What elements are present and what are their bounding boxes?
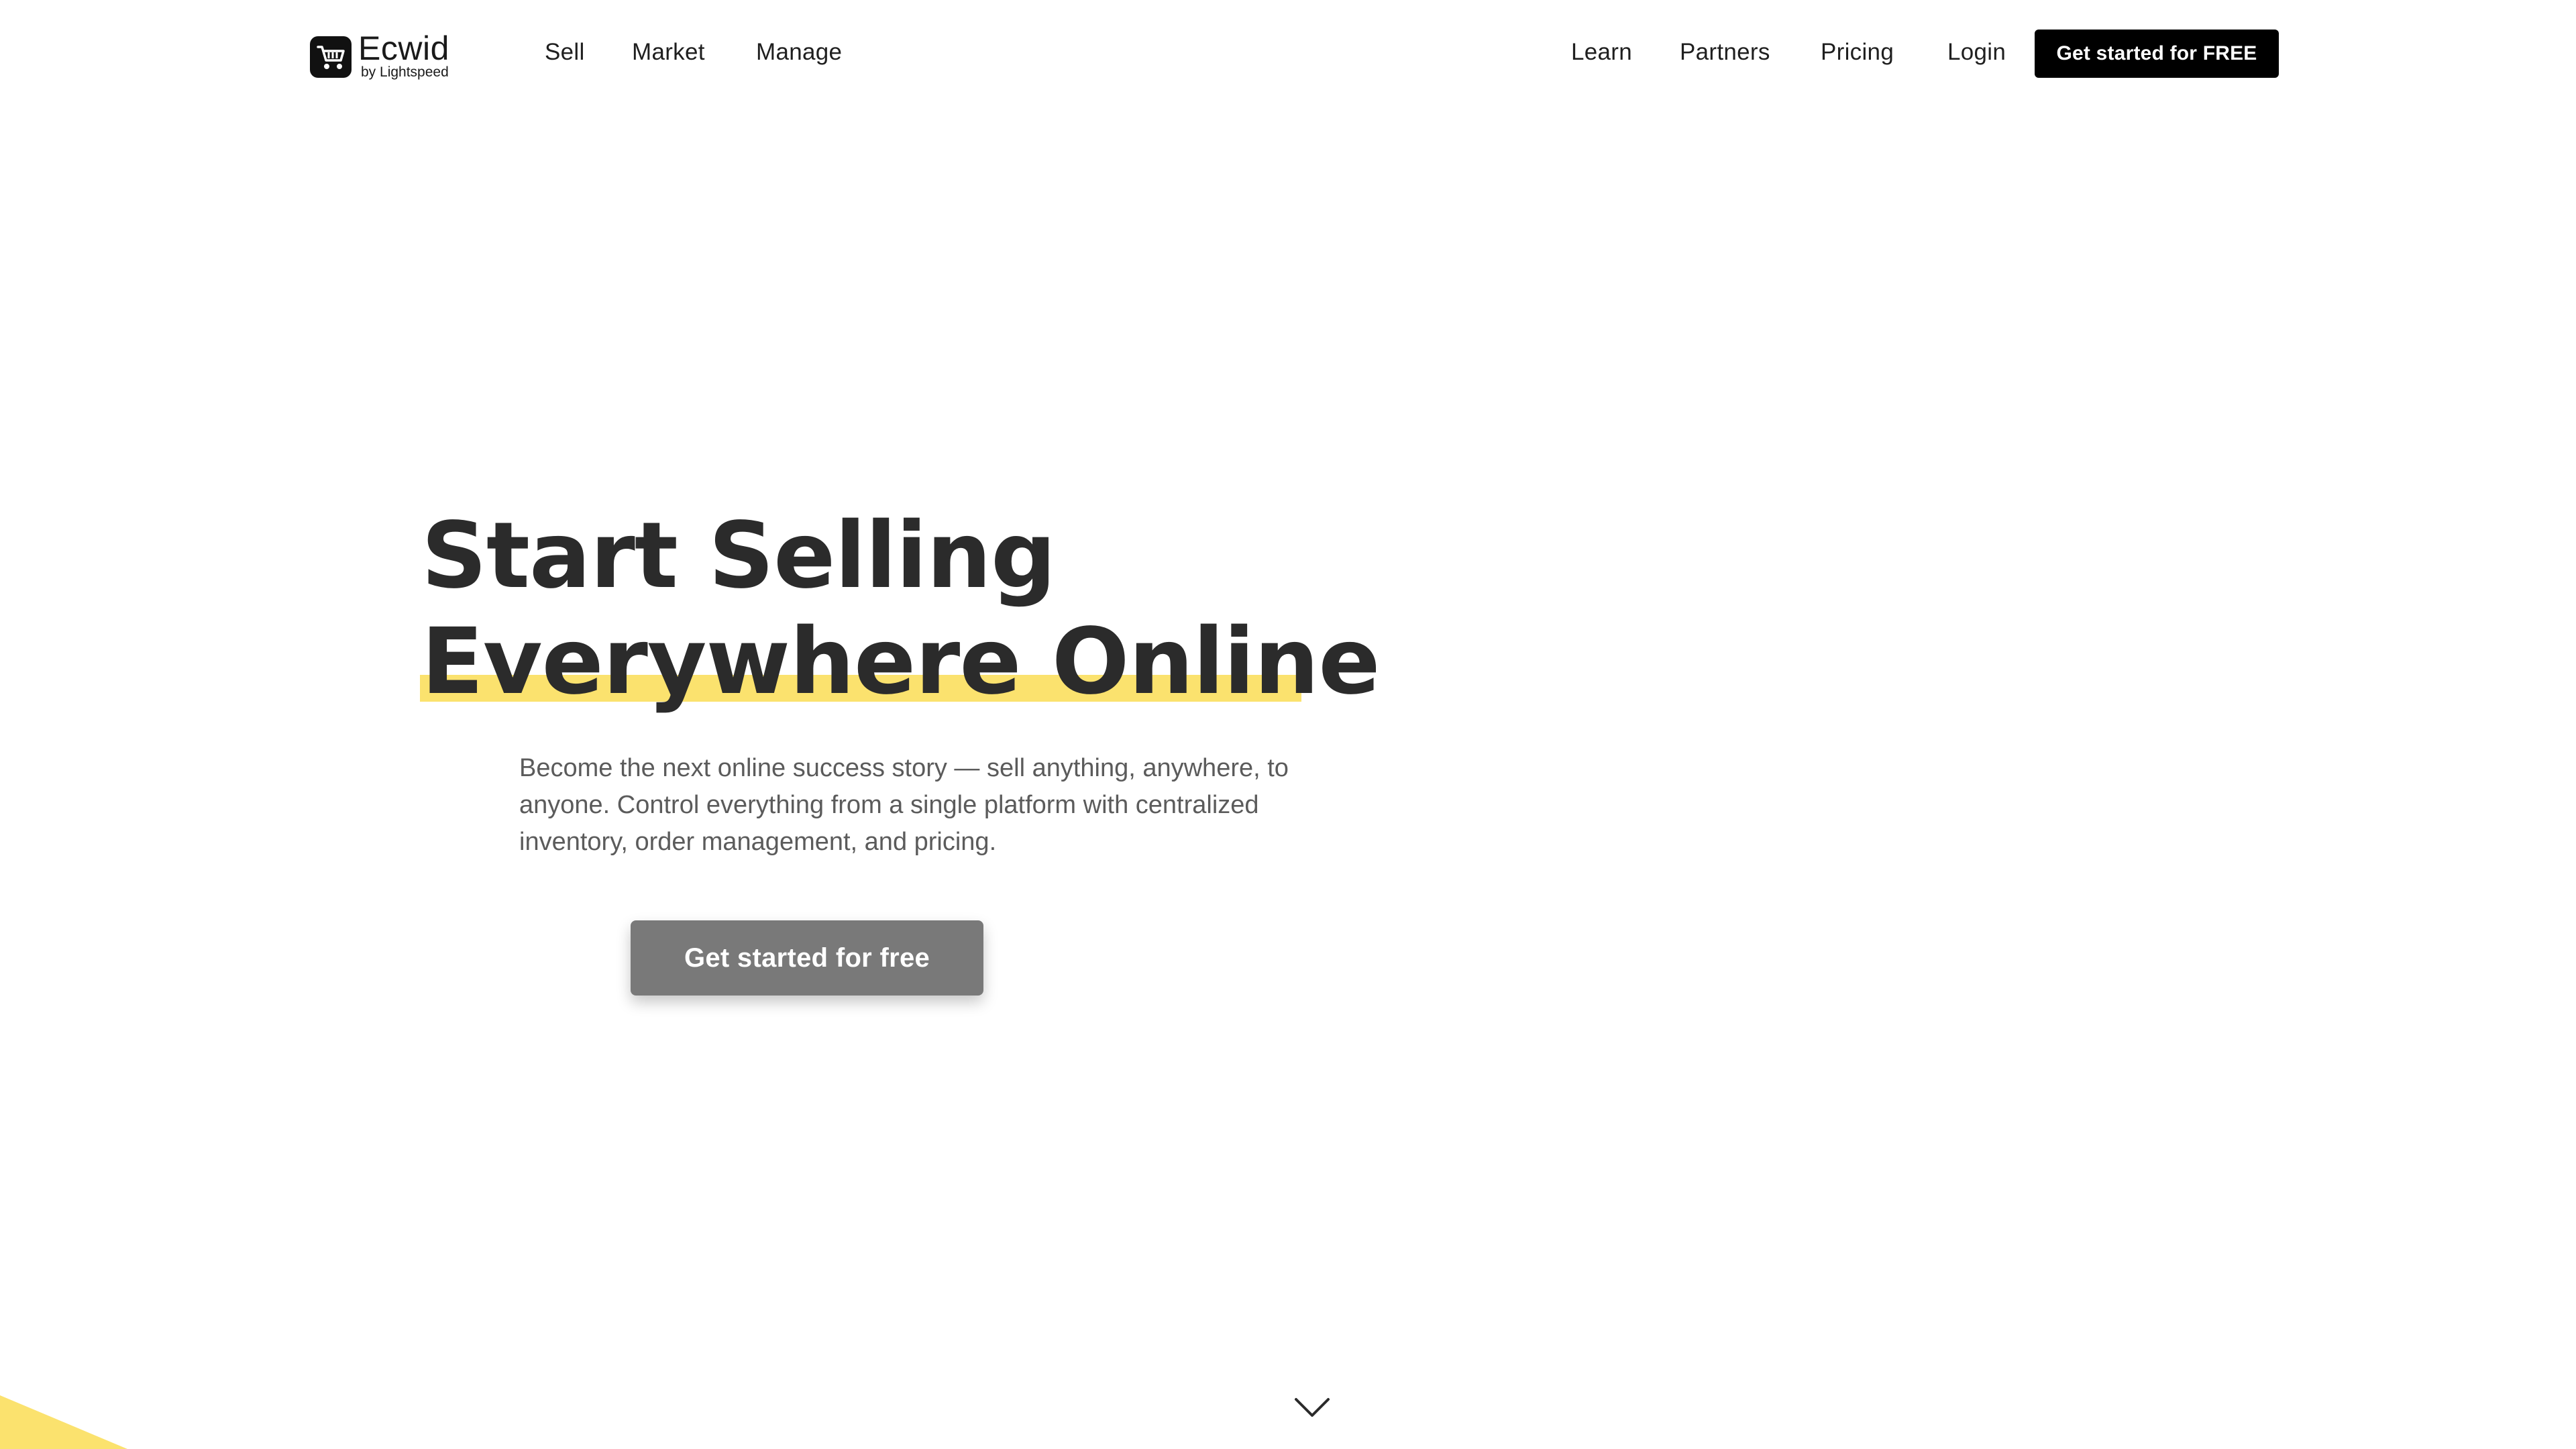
nav-login[interactable]: Login — [1947, 38, 2006, 67]
nav-manage[interactable]: Manage — [756, 38, 842, 67]
hero-title-line-1: Start Selling — [421, 503, 1056, 609]
hero-description: Become the next online success story — s… — [519, 754, 1289, 856]
hero-title-line-2-wrap: Everywhere Online — [421, 609, 1381, 715]
hero-title: Start Selling Everywhere Online — [421, 503, 1381, 715]
decorative-yellow-shape — [0, 1395, 127, 1449]
nav-partners[interactable]: Partners — [1680, 38, 1770, 67]
nav-learn[interactable]: Learn — [1571, 38, 1632, 67]
get-started-free-hero-button[interactable]: Get started for free — [631, 920, 983, 996]
ecwid-logo[interactable]: Ecwid by Lightspeed — [310, 30, 471, 85]
cart-icon — [310, 36, 352, 78]
nav-market[interactable]: Market — [632, 38, 705, 67]
nav-sell[interactable]: Sell — [545, 38, 585, 67]
nav-pricing[interactable]: Pricing — [1821, 38, 1894, 67]
site-header: Ecwid by Lightspeed Sell Market Manage L… — [0, 0, 2576, 107]
get-started-free-header-button[interactable]: Get started for FREE — [2035, 30, 2279, 78]
hero-title-line-2: Everywhere Online — [421, 609, 1381, 715]
landing-page: Ecwid by Lightspeed Sell Market Manage L… — [0, 0, 2576, 1449]
chevron-down-icon[interactable] — [1293, 1395, 1331, 1419]
logo-byline: by Lightspeed — [361, 64, 449, 80]
logo-wordmark: Ecwid — [358, 30, 449, 67]
